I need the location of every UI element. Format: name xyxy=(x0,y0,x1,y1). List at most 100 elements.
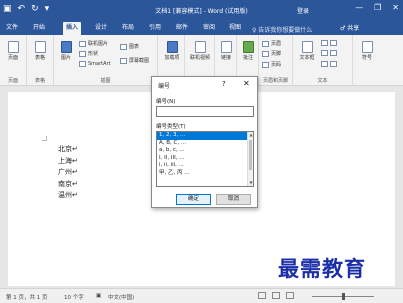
date-time-icon xyxy=(330,50,337,56)
group-pages: 页面 页面 xyxy=(0,35,27,86)
text-line: 上海↵ xyxy=(58,156,78,165)
cancel-button[interactable]: 取消 xyxy=(216,194,251,205)
share-button[interactable]: ♂ 共享 xyxy=(340,23,359,32)
scroll-up-icon[interactable]: ▲ xyxy=(248,132,253,138)
tab-mailings[interactable]: 邮件 xyxy=(173,23,191,35)
text-line: 北京↵ xyxy=(58,145,78,153)
list-scrollbar[interactable]: ▲ ▼ xyxy=(247,132,253,186)
dialog-title: 编号 xyxy=(158,83,171,90)
zoom-slider-thumb[interactable] xyxy=(342,293,345,300)
language-status[interactable]: 中文(中国) xyxy=(108,293,134,301)
header-button[interactable]: 页眉 xyxy=(262,40,281,47)
number-type-label: 编号类型(T) xyxy=(156,124,186,130)
close-icon[interactable]: ✕ xyxy=(392,3,399,12)
group-illustrations: 图片 联机图片 形状 SmartArt 图表 屏幕截图 插图 xyxy=(54,35,158,86)
number-label: 编号(N) xyxy=(156,99,176,105)
text-line: 广州↵ xyxy=(58,168,78,176)
tab-view[interactable]: 视图 xyxy=(226,23,244,35)
chart-icon xyxy=(120,43,127,50)
page-number-button[interactable]: 页码 xyxy=(262,61,281,68)
footer-button[interactable]: 页脚 xyxy=(262,50,281,57)
screenshot-button[interactable]: 屏幕截图 xyxy=(120,57,149,64)
group-header-footer: 页眉 页脚 页码 页眉和页脚 xyxy=(259,35,293,86)
numbering-dialog: 编号 ? ✕ 编号(N) 编号类型(T) 1, 2, 3, ... A, B, … xyxy=(151,76,258,208)
comment-button[interactable]: 批注 xyxy=(239,41,257,61)
help-icon[interactable]: ? xyxy=(222,80,226,88)
footer-icon xyxy=(262,50,269,57)
tab-design[interactable]: 设计 xyxy=(92,23,110,35)
online-picture-icon xyxy=(79,40,86,47)
omega-icon xyxy=(361,41,373,53)
text-tools-row3[interactable] xyxy=(321,61,337,67)
print-layout-icon[interactable] xyxy=(272,292,280,299)
header-icon xyxy=(262,40,269,47)
tab-home[interactable]: 开始 xyxy=(30,23,48,35)
group-table: 表格 表格 xyxy=(27,35,54,86)
list-item[interactable]: a, b, c, ... xyxy=(157,147,248,155)
minimize-icon[interactable]: — xyxy=(355,3,363,12)
page-icon xyxy=(7,41,19,53)
web-layout-icon[interactable] xyxy=(286,292,294,299)
shapes-icon xyxy=(79,50,86,57)
screenshot-icon xyxy=(120,57,127,64)
pages-button[interactable]: 页面 xyxy=(4,41,22,61)
tab-references[interactable]: 引用 xyxy=(146,23,164,35)
page-count[interactable]: 第 1 页，共 1 页 xyxy=(6,293,48,301)
list-item[interactable]: 1, 2, 3, ... xyxy=(157,132,248,140)
group-text: 文本框 文本 xyxy=(293,35,353,86)
status-bar: 第 1 页，共 1 页 10 个字 ▣ 中文(中国) xyxy=(0,288,403,303)
wordart-icon xyxy=(321,50,328,56)
restore-icon[interactable]: ❐ xyxy=(374,3,381,12)
page-number-icon xyxy=(262,61,269,68)
word-count[interactable]: 10 个字 xyxy=(64,293,84,301)
shapes-button[interactable]: 形状 xyxy=(79,50,98,57)
table-button[interactable]: 表格 xyxy=(31,41,49,61)
tell-me-box[interactable]: ♀ 告诉我你想要做什么 xyxy=(252,25,312,34)
object-icon xyxy=(330,61,337,67)
symbol-button[interactable]: 符号 xyxy=(357,41,377,61)
title-bar: ▣ ↶ ↻ ▾ 文档1 [兼容模式] - Word (试用版) 登录 — ❐ ✕ xyxy=(0,0,403,20)
chart-button[interactable]: 图表 xyxy=(120,43,139,50)
textbox-button[interactable]: 文本框 xyxy=(296,41,318,61)
text-line: 南京↵ xyxy=(58,179,78,188)
tab-review[interactable]: 审阅 xyxy=(200,23,218,35)
comment-icon xyxy=(242,41,254,53)
table-icon xyxy=(34,41,46,53)
number-type-list[interactable]: 1, 2, 3, ... A, B, C, ... a, b, c, ... I… xyxy=(156,131,254,187)
online-video-button[interactable]: 联机视频 xyxy=(187,41,213,61)
picture-button[interactable]: 图片 xyxy=(57,41,75,61)
addins-button[interactable]: 加载项 xyxy=(162,41,182,61)
read-mode-icon[interactable] xyxy=(258,292,266,299)
document-text[interactable]: 北京↵ 上海↵ 广州↵ 南京↵ 温州↵ xyxy=(58,144,78,202)
signature-line-icon xyxy=(330,40,337,46)
list-item[interactable]: i, ii, iii, ... xyxy=(157,162,248,170)
smartart-button[interactable]: SmartArt xyxy=(79,61,111,67)
link-button[interactable]: 链接 xyxy=(217,41,235,61)
watermark-logo: 最需教育 xyxy=(278,256,366,281)
text-tools-row2[interactable] xyxy=(321,50,337,56)
ok-button[interactable]: 确定 xyxy=(176,194,211,205)
scroll-down-icon[interactable]: ▼ xyxy=(248,180,253,186)
list-item[interactable]: 甲, 乙, 丙 ... xyxy=(157,170,248,178)
scroll-thumb[interactable] xyxy=(249,140,252,170)
group-symbols: 符号 xyxy=(353,35,383,86)
link-icon xyxy=(220,41,232,53)
text-line: 温州↵ xyxy=(58,191,78,199)
text-tools-row1[interactable] xyxy=(321,40,337,46)
close-icon[interactable]: ✕ xyxy=(243,79,250,88)
smartart-icon xyxy=(79,61,86,67)
tab-layout[interactable]: 布局 xyxy=(119,23,137,35)
number-input[interactable] xyxy=(156,106,254,117)
drop-cap-icon xyxy=(321,61,328,67)
login-button[interactable]: 登录 xyxy=(297,6,309,15)
quick-parts-icon xyxy=(321,40,328,46)
list-item[interactable]: A, B, C, ... xyxy=(157,140,248,148)
tab-insert[interactable]: 插入 xyxy=(63,22,82,35)
textbox-icon xyxy=(301,41,313,53)
ribbon-tabs: 文件 开始 插入 设计 布局 引用 邮件 审阅 视图 ♀ 告诉我你想要做什么 ♂… xyxy=(0,20,403,35)
tab-file[interactable]: 文件 xyxy=(3,23,21,35)
proofing-icon[interactable]: ▣ xyxy=(96,293,101,299)
list-item[interactable]: I, II, III, ... xyxy=(157,155,248,163)
margin-corner-mark xyxy=(42,136,47,141)
online-picture-button[interactable]: 联机图片 xyxy=(79,40,108,47)
